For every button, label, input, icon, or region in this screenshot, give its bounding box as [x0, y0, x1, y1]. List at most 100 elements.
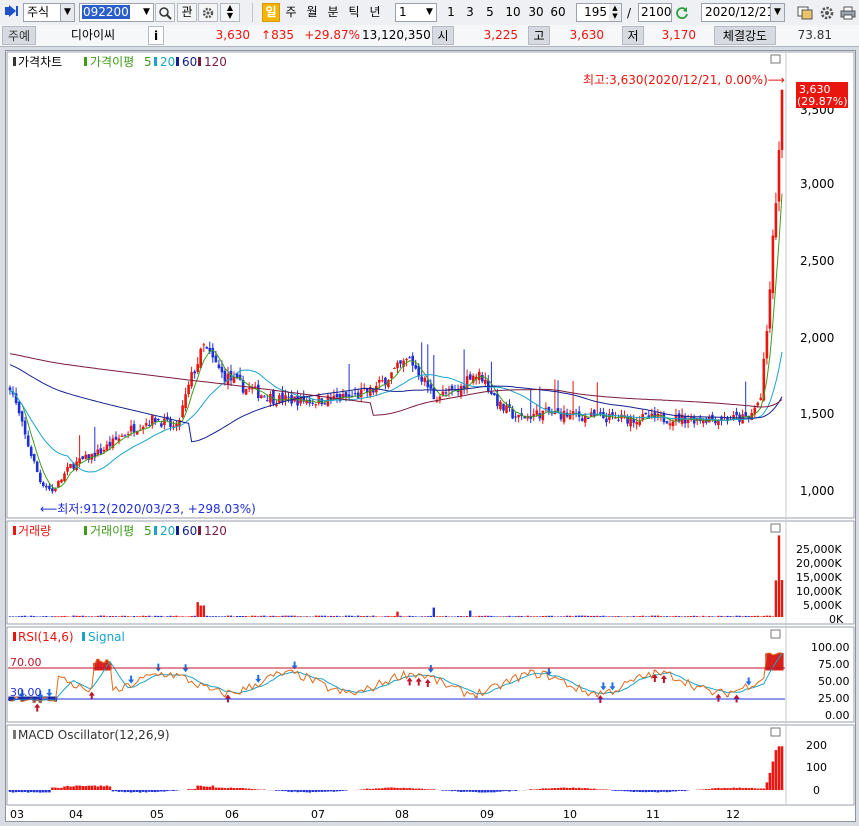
volume-bar [653, 615, 656, 617]
volume-bar [314, 615, 317, 617]
volume-bar [435, 616, 439, 617]
macd-bar [447, 790, 451, 791]
macd-bar [220, 787, 224, 790]
macd-bar [562, 787, 566, 790]
candle-body [423, 377, 427, 382]
print-button[interactable] [838, 3, 858, 22]
volume-bar [344, 615, 348, 617]
interval-60-button[interactable]: 60 [547, 3, 569, 22]
candle-body [544, 407, 548, 409]
candle-body [490, 391, 493, 394]
volume-bar [290, 615, 293, 617]
period-day-button[interactable]: 일 [262, 3, 280, 22]
volume-bar [578, 615, 581, 617]
gwan-button[interactable]: 관 [177, 3, 197, 22]
macd-bar [378, 788, 381, 790]
refresh-button[interactable] [673, 3, 691, 22]
date-select[interactable]: 2020/12/21 ▼ [701, 3, 785, 22]
volume-bar [335, 615, 339, 617]
volume-bar [671, 616, 675, 617]
volume-bar [608, 616, 611, 617]
macd-bar [738, 787, 741, 790]
period-tick-button[interactable]: 틱 [345, 3, 363, 22]
macd-bar [756, 788, 760, 790]
candle-body [505, 405, 508, 413]
period-month-button[interactable]: 월 [303, 3, 321, 22]
month-label: 09 [480, 808, 494, 821]
up-down-stepper[interactable]: ▲ ▼ [220, 3, 240, 22]
volume-bar [211, 616, 214, 617]
volume-bar [650, 615, 653, 617]
volume-bar [517, 615, 520, 617]
candle-body [172, 425, 175, 427]
interval-30-button[interactable]: 30 [525, 3, 547, 22]
candle-body [114, 436, 118, 440]
stock-code-input[interactable]: 092200 ▼ [79, 3, 154, 22]
volume-bar [105, 616, 109, 617]
volume-bar [526, 615, 529, 617]
volume-bar [117, 616, 121, 617]
market-select[interactable]: 주식 ▼ [23, 3, 75, 22]
macd-bar [317, 790, 321, 792]
menu-arrow-icon[interactable] [2, 3, 22, 22]
volume-bar [30, 615, 33, 617]
buy-arrow-icon [733, 694, 740, 703]
volume-bar [114, 616, 118, 617]
chart-canvas[interactable]: 가격차트 가격이평 5 20 60 120 3,500 3,000 2,500 … [6, 51, 855, 821]
macd-bar [723, 787, 726, 790]
macd-bar [123, 790, 127, 793]
candle-body [99, 448, 103, 454]
x-axis: 03 04 05 06 07 08 09 10 11 12 [10, 808, 740, 821]
macd-bar [314, 790, 318, 793]
macd-bar [396, 787, 399, 790]
count-separator: / [627, 6, 632, 20]
macd-oscillator-bars [8, 746, 784, 793]
volume-bar [626, 616, 629, 617]
layout-button[interactable] [795, 3, 815, 22]
month-label: 12 [726, 808, 740, 821]
price-legend-ma20: 20 [160, 55, 175, 69]
sell-arrow-icon [745, 677, 752, 686]
total-count-input[interactable]: 2100 [638, 3, 672, 22]
volume-bar [308, 616, 311, 617]
volume-bar [296, 616, 299, 617]
bar-count-input[interactable]: 195 ▲ ▼ [576, 3, 622, 22]
chart-settings-button[interactable] [817, 3, 837, 22]
macd-bar [166, 790, 169, 792]
volume-bar [241, 616, 245, 617]
volume-bar [275, 616, 278, 617]
macd-bar [365, 788, 369, 790]
period-year-button[interactable]: 년 [366, 3, 384, 22]
period-minute-button[interactable]: 분 [324, 3, 342, 22]
volume-bar [366, 615, 369, 617]
interval-select[interactable]: 1 ▼ [395, 3, 437, 22]
interval-3-button[interactable]: 3 [462, 3, 478, 22]
volume-tick-label: 15,000K [796, 571, 842, 584]
period-week-button[interactable]: 주 [282, 3, 300, 22]
macd-tick-label: 200 [806, 739, 827, 752]
candle-body [51, 488, 54, 492]
macd-bar [253, 789, 257, 790]
buy-arrow-icon [34, 703, 41, 712]
macd-bar [708, 789, 711, 790]
interval-10-button[interactable]: 10 [502, 3, 524, 22]
macd-bar [732, 787, 735, 790]
macd-bar [478, 790, 481, 793]
chart-area[interactable]: 가격차트 가격이평 5 20 60 120 3,500 3,000 2,500 … [5, 50, 856, 822]
macd-tick-label: 0 [813, 784, 820, 797]
settings-gear-button[interactable] [198, 3, 218, 22]
candle-body [459, 385, 463, 396]
interval-1-button[interactable]: 1 [443, 3, 459, 22]
volume-bar [369, 616, 372, 617]
macd-bar [157, 790, 160, 792]
macd-bar [771, 761, 775, 790]
candle-body [468, 374, 472, 380]
macd-bar [190, 789, 193, 790]
search-button[interactable] [155, 3, 175, 22]
candle-body [184, 394, 187, 409]
info-button[interactable]: i [148, 26, 164, 45]
macd-bar [593, 788, 596, 790]
macd-bar [299, 790, 302, 792]
buy-arrow-icon [715, 693, 722, 702]
interval-5-button[interactable]: 5 [482, 3, 498, 22]
